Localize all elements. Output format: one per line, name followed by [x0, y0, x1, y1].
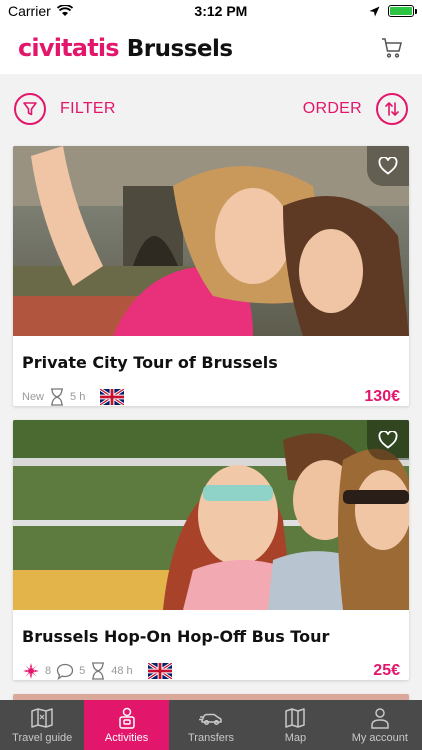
location-arrow-icon: [369, 6, 380, 16]
tab-label: Transfers: [187, 731, 235, 744]
activities-icon: [118, 707, 135, 729]
tab-transfers[interactable]: Transfers: [169, 700, 253, 750]
activity-meta: New 5 h 130€: [13, 388, 409, 406]
order-button[interactable]: ORDER: [303, 93, 408, 125]
uk-flag-icon: [147, 663, 172, 679]
tab-label: Travel guide: [12, 731, 73, 744]
favorite-button[interactable]: [367, 420, 409, 460]
activity-photo: [13, 420, 409, 610]
map-book-icon: [31, 707, 53, 728]
user-icon: [371, 707, 389, 729]
activity-photo: [13, 146, 409, 336]
brand: civitatis Brussels: [18, 34, 233, 62]
filter-label: FILTER: [60, 100, 116, 117]
activity-card[interactable]: Brussels Hop-On Hop-Off Bus Tour 8 5 48 …: [13, 420, 409, 680]
brand-logo: civitatis: [18, 34, 120, 62]
map-icon: [285, 707, 306, 728]
status-bar: Carrier 3:12 PM: [0, 0, 422, 22]
carrier-label: Carrier: [8, 3, 51, 19]
duration: 5 h: [70, 391, 86, 403]
app-header: civitatis Brussels: [0, 22, 422, 74]
order-label: ORDER: [302, 100, 362, 117]
clock: 3:12 PM: [194, 3, 248, 19]
rating-star-icon: [23, 663, 39, 679]
sort-icon: [376, 93, 408, 125]
activity-title: Private City Tour of Brussels: [22, 353, 278, 372]
favorite-button[interactable]: [367, 146, 409, 186]
wifi-icon: [56, 5, 73, 16]
activity-meta: 8 5 48 h 25€: [13, 662, 409, 680]
hourglass-icon: [51, 388, 64, 406]
tab-my-account[interactable]: My account: [338, 700, 422, 750]
comment-count: 5: [79, 665, 86, 677]
comment-icon: [56, 663, 74, 680]
tab-travel-guide[interactable]: Travel guide: [0, 700, 84, 750]
rating-value: 8: [45, 665, 52, 677]
tab-label: My account: [351, 731, 408, 744]
car-icon: [199, 713, 222, 725]
tab-label: Map: [284, 731, 307, 744]
tab-activities[interactable]: Activities: [84, 700, 169, 750]
activity-card[interactable]: Private City Tour of Brussels New 5 h 13…: [13, 146, 409, 406]
activity-title: Brussels Hop-On Hop-Off Bus Tour: [22, 627, 330, 646]
tab-map[interactable]: Map: [253, 700, 337, 750]
cart-icon[interactable]: [380, 36, 404, 60]
city-title: Brussels: [126, 36, 233, 62]
heart-icon: [378, 431, 398, 449]
filter-icon: [14, 93, 46, 125]
duration: 48 h: [111, 665, 133, 677]
battery-icon: [387, 5, 417, 17]
new-badge: New: [22, 391, 45, 403]
bottom-tab-bar: Travel guide Activities Transfers Map My…: [0, 700, 422, 750]
heart-icon: [378, 157, 398, 175]
tab-label: Activities: [104, 731, 149, 744]
filter-button[interactable]: FILTER: [14, 93, 116, 125]
filter-toolbar: FILTER ORDER: [0, 74, 422, 144]
uk-flag-icon: [100, 389, 125, 405]
hourglass-icon: [92, 662, 105, 680]
price: 25€: [373, 662, 400, 679]
price: 130€: [364, 388, 400, 405]
